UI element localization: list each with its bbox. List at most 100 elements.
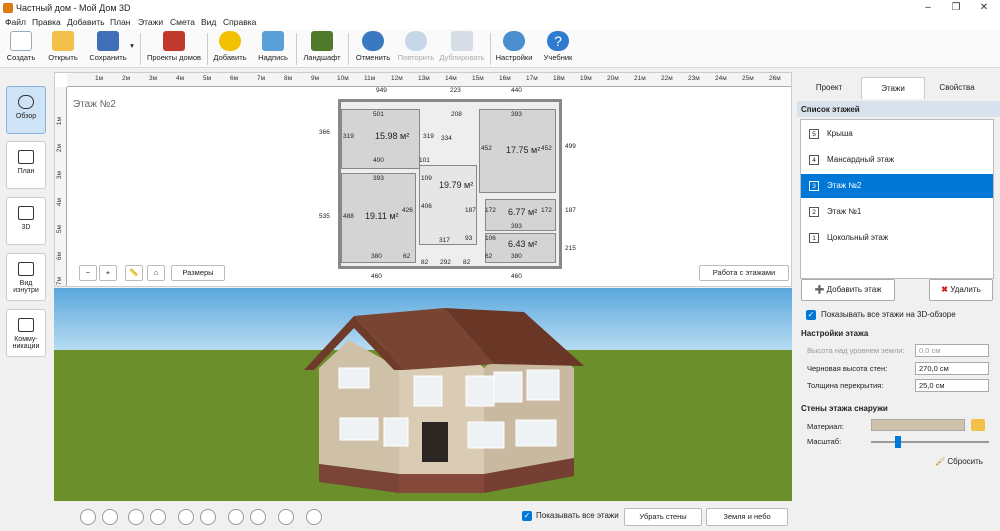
- landscape-button[interactable]: Ландшафт: [302, 31, 342, 67]
- view-bottom-bar: ✓ Показывать все этажи Убрать стены Земл…: [54, 502, 792, 531]
- plan-button[interactable]: План: [6, 141, 46, 189]
- height-above-ground-field[interactable]: 0,0 см: [915, 344, 989, 357]
- floor-list-header: Список этажей: [801, 105, 860, 114]
- floor-item-basement[interactable]: 1 Цокольный этаж: [801, 226, 993, 250]
- slab-thickness-field[interactable]: 25,0 см: [915, 379, 989, 392]
- inside-view-button[interactable]: Вид изнутри: [6, 253, 46, 301]
- dimension-label: 106: [485, 235, 496, 242]
- hand-icon[interactable]: [102, 509, 118, 525]
- settings-button[interactable]: Настройки: [494, 31, 534, 67]
- label-button[interactable]: Надпись: [256, 31, 290, 67]
- show-all-floors-checkbox[interactable]: ✓: [522, 511, 532, 521]
- floor-item-attic[interactable]: 4 Мансардный этаж: [801, 148, 993, 172]
- floor-item-floor-2[interactable]: 3 Этаж №2: [801, 174, 993, 198]
- room-area: 17.75 м²: [506, 145, 541, 155]
- zoom-in-button[interactable]: +: [99, 265, 117, 281]
- add-floor-label: Добавить этаж: [826, 285, 882, 294]
- dimension-label: 62: [485, 253, 493, 260]
- ruler-tick: 1м: [56, 117, 63, 126]
- add-button[interactable]: Добавить: [212, 31, 248, 67]
- add-floor-button[interactable]: ➕ Добавить этаж: [801, 279, 895, 301]
- tab-floors[interactable]: Этажи: [861, 77, 925, 99]
- ruler-tick: 2м: [56, 144, 63, 153]
- folder-icon[interactable]: [971, 419, 985, 431]
- projects-button[interactable]: Проекты домов: [146, 31, 202, 67]
- dimension-label: 319: [423, 133, 434, 140]
- menu-file[interactable]: Файл: [5, 17, 26, 27]
- close-icon[interactable]: ✕: [978, 2, 990, 14]
- tab-properties[interactable]: Свойства: [925, 77, 989, 99]
- overview-button[interactable]: Обзор: [6, 86, 46, 134]
- dimension-label: 452: [541, 145, 552, 152]
- menu-add[interactable]: Добавить: [67, 17, 105, 27]
- menu-edit[interactable]: Правка: [32, 17, 61, 27]
- floor-name-label: Этаж №2: [73, 99, 116, 110]
- ruler-tick: 24м: [715, 75, 727, 82]
- dimension-label: 460: [511, 273, 522, 280]
- minimize-icon[interactable]: –: [922, 2, 934, 14]
- floor-item-roof[interactable]: 5 Крыша: [801, 122, 993, 146]
- rotate-left-icon[interactable]: [178, 509, 194, 525]
- redo-button[interactable]: Повторить: [396, 31, 436, 67]
- room-area: 6.43 м²: [508, 239, 538, 249]
- home-button[interactable]: ⌂: [147, 265, 165, 281]
- zoom-out-button[interactable]: −: [79, 265, 97, 281]
- remove-walls-button[interactable]: Убрать стены: [624, 508, 702, 526]
- menu-view[interactable]: Вид: [201, 17, 216, 27]
- floors-work-button[interactable]: Работа с этажами: [699, 265, 789, 281]
- dimension-label: 488: [343, 213, 354, 220]
- ruler-button[interactable]: 📏: [125, 265, 143, 281]
- ruler-tick: 1м: [95, 75, 104, 82]
- tilt-up-icon[interactable]: [228, 509, 244, 525]
- zoom-out-icon[interactable]: [128, 509, 144, 525]
- rotate-360-icon[interactable]: [80, 509, 96, 525]
- undo-button[interactable]: Отменить: [354, 31, 392, 67]
- communications-button[interactable]: Комму-никации: [6, 309, 46, 357]
- show-all-3d-checkbox[interactable]: ✓: [806, 310, 816, 320]
- ruler-tick: 10м: [337, 75, 349, 82]
- 3d-view[interactable]: [54, 288, 792, 501]
- floor-item-floor-1[interactable]: 2 Этаж №1: [801, 200, 993, 224]
- ruler-tick: 17м: [526, 75, 538, 82]
- dimension-label: 366: [319, 129, 330, 136]
- sizes-button[interactable]: Размеры: [171, 265, 225, 281]
- dimension-label: 393: [373, 175, 384, 182]
- material-swatch[interactable]: [871, 419, 965, 431]
- menu-estimate[interactable]: Смета: [170, 17, 195, 27]
- rough-height-field[interactable]: 270,0 см: [915, 362, 989, 375]
- home-icon[interactable]: [306, 509, 322, 525]
- scale-slider-track[interactable]: [871, 441, 989, 443]
- menu-help[interactable]: Справка: [223, 17, 256, 27]
- save-button[interactable]: Сохранить: [86, 31, 130, 67]
- open-button[interactable]: Открыть: [46, 31, 80, 67]
- new-file-icon: [10, 31, 32, 51]
- maximize-icon[interactable]: ❐: [950, 2, 962, 14]
- zoom-in-icon[interactable]: [150, 509, 166, 525]
- dimension-label: 535: [319, 213, 330, 220]
- reset-button[interactable]: 🖌 Сбросить: [935, 457, 983, 466]
- view-3d-button[interactable]: 3D: [6, 197, 46, 245]
- light-bulb-icon[interactable]: [278, 509, 294, 525]
- dimension-label: 452: [481, 145, 492, 152]
- delete-floor-button[interactable]: ✖ Удалить: [929, 279, 993, 301]
- rotate-right-icon[interactable]: [200, 509, 216, 525]
- tutorial-button[interactable]: ? Учебник: [540, 31, 576, 67]
- eye-icon: [18, 95, 34, 109]
- tilt-down-icon[interactable]: [250, 509, 266, 525]
- outer-walls-header: Стены этажа снаружи: [801, 404, 888, 413]
- plan-view[interactable]: 1м 2м 3м 4м 5м 6м 7м 8м 9м 10м 11м 12м 1…: [54, 72, 792, 287]
- ground-sky-button[interactable]: Земля и небо: [706, 508, 788, 526]
- toolbar-separator: [140, 33, 141, 65]
- ruler-tick: 20м: [607, 75, 619, 82]
- tab-project[interactable]: Проект: [797, 77, 861, 99]
- dimension-label: 317: [439, 237, 450, 244]
- menu-floors[interactable]: Этажи: [138, 17, 163, 27]
- create-button[interactable]: Создать: [4, 31, 38, 67]
- rough-height-label: Черновая высота стен:: [807, 364, 888, 373]
- duplicate-button[interactable]: Дублировать: [438, 31, 486, 67]
- scale-slider-thumb[interactable]: [895, 436, 901, 448]
- dimension-label: 380: [371, 253, 382, 260]
- menu-plan[interactable]: План: [110, 17, 131, 27]
- ruler-tick: 13м: [418, 75, 430, 82]
- dimension-label: 223: [450, 87, 461, 94]
